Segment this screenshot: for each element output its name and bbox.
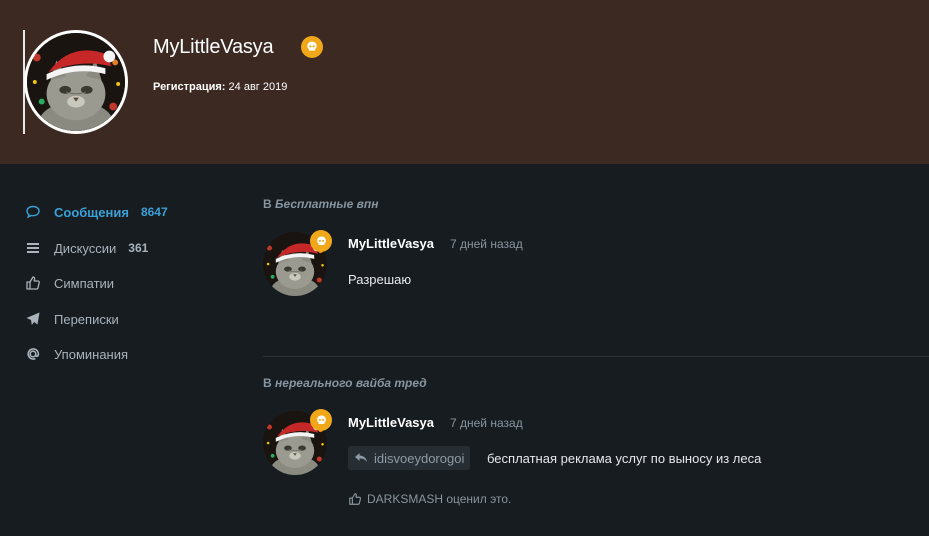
section-prefix: В (263, 197, 272, 211)
sidebar-item-label: Переписки (54, 311, 119, 327)
registration-info: Регистрация: 24 авг 2019 (153, 81, 287, 93)
reaction-bar[interactable]: DARKSMASH оценил это. (348, 490, 511, 508)
sidebar-item-discussions[interactable]: Дискуссии 361 (24, 238, 148, 258)
post-author[interactable]: MyLittleVasya (348, 415, 434, 430)
thread-link[interactable]: Бесплатные впн (275, 197, 378, 211)
registration-date: 24 авг 2019 (228, 81, 288, 93)
thread-link[interactable]: нереального вайба тред (275, 376, 427, 390)
quote-user-link[interactable]: idisvoeydorogoi (348, 446, 471, 470)
avatar[interactable] (24, 30, 128, 134)
section-prefix: В (263, 376, 272, 390)
skull-badge-icon (310, 409, 332, 431)
at-icon (24, 345, 42, 363)
post-time[interactable]: 7 дней назад (450, 237, 523, 251)
sidebar-item-messages[interactable]: Сообщения 8647 (24, 202, 168, 222)
thumbs-up-icon (24, 274, 42, 292)
reply-icon (354, 452, 368, 464)
sidebar-item-conversations[interactable]: Переписки (24, 309, 119, 329)
sidebar-item-label: Дискуссии (54, 240, 117, 256)
profile-username[interactable]: MyLittleVasya (153, 36, 274, 59)
message-icon (24, 203, 42, 221)
post-divider (263, 356, 929, 357)
post-author[interactable]: MyLittleVasya (348, 236, 434, 251)
post-time[interactable]: 7 дней назад (450, 416, 523, 430)
sidebar-item-mentions[interactable]: Упоминания (24, 344, 128, 364)
list-icon (24, 239, 42, 257)
sidebar-item-likes[interactable]: Симпатии (24, 273, 114, 293)
skull-badge-icon (310, 230, 332, 252)
skull-badge-icon (301, 36, 323, 58)
registration-label: Регистрация: (153, 81, 226, 93)
quote-username: idisvoeydorogoi (374, 450, 465, 466)
thumbs-up-icon (348, 492, 362, 506)
reaction-text: DARKSMASH оценил это. (367, 492, 512, 506)
sidebar-item-count: 8647 (140, 205, 168, 219)
post-text: Разрешаю (348, 272, 412, 287)
sidebar-item-label: Сообщения (54, 204, 129, 220)
profile-header: MyLittleVasya Регистрация: 24 авг 2019 (0, 0, 929, 164)
sidebar-item-count: 361 (128, 241, 149, 255)
send-icon (24, 310, 42, 328)
sidebar-item-label: Упоминания (54, 346, 129, 362)
post-text: бесплатная реклама услуг по выносу из ле… (487, 451, 762, 466)
sidebar-item-label: Симпатии (54, 275, 115, 291)
post-section-header: В нереального вайба тред (263, 376, 427, 390)
post-section-header: В Бесплатные впн (263, 197, 378, 211)
